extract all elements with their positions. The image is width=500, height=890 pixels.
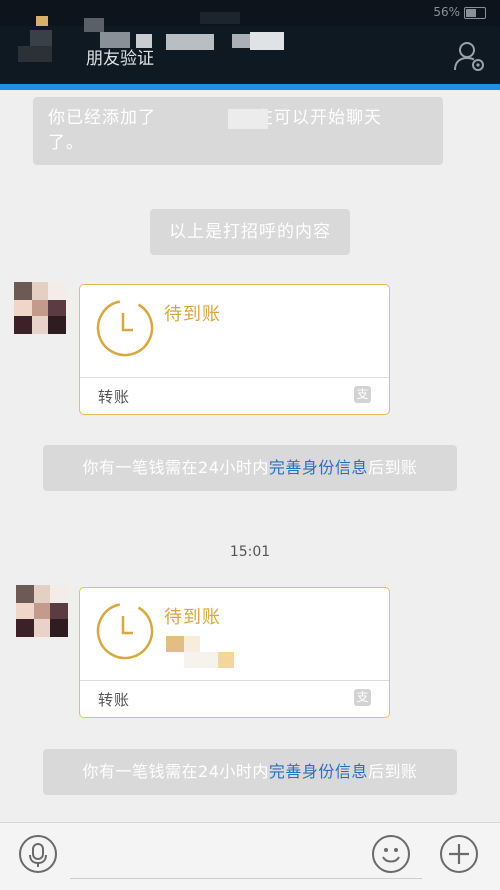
avatar[interactable] [14, 282, 66, 334]
avatar[interactable] [16, 585, 68, 637]
smiley-icon [382, 848, 400, 863]
microphone-icon [29, 843, 47, 867]
clock-icon [96, 299, 154, 357]
voice-button[interactable] [19, 835, 57, 873]
added-text-line2: 了。 [48, 133, 84, 153]
redacted-name [228, 109, 268, 129]
profile-settings-icon[interactable] [452, 40, 486, 72]
message-input[interactable] [70, 878, 422, 879]
alipay-icon: 支 [354, 386, 371, 403]
transfer-card[interactable]: 待到账 转账 支 [79, 587, 390, 718]
transfer-card[interactable]: 待到账 转账 支 [79, 284, 390, 415]
timestamp: 15:01 [229, 544, 271, 560]
complete-identity-link[interactable]: 完善身份信息 [269, 762, 368, 781]
transfer-status: 待到账 [164, 304, 221, 325]
divider [80, 377, 389, 378]
status-bar: 56% [0, 0, 500, 26]
battery-level: 56% [433, 5, 460, 19]
system-message-greeting: 以上是打招呼的内容 [150, 209, 350, 255]
plus-icon [449, 844, 469, 864]
system-message-pending: 你有一笔钱需在24小时内完善身份信息后到账 [43, 749, 457, 795]
input-bar [0, 822, 500, 890]
accent-bar [0, 84, 500, 90]
alipay-icon: 支 [354, 689, 371, 706]
system-message-pending: 你有一笔钱需在24小时内完善身份信息后到账 [43, 445, 457, 491]
transfer-type-label: 转账 [98, 388, 131, 406]
added-text-start: 你已经添加了 [48, 108, 156, 128]
battery-icon [464, 7, 486, 19]
complete-identity-link[interactable]: 完善身份信息 [269, 458, 368, 477]
more-button[interactable] [440, 835, 478, 873]
transfer-type-label: 转账 [98, 691, 131, 709]
emoji-button[interactable] [372, 835, 410, 873]
title-bar: 朋友验证 [0, 12, 500, 84]
system-message-added: 你已经添加了 现在可以开始聊天 了。 [33, 97, 443, 165]
divider [80, 680, 389, 681]
transfer-status: 待到账 [164, 607, 221, 628]
clock-icon [96, 602, 154, 660]
